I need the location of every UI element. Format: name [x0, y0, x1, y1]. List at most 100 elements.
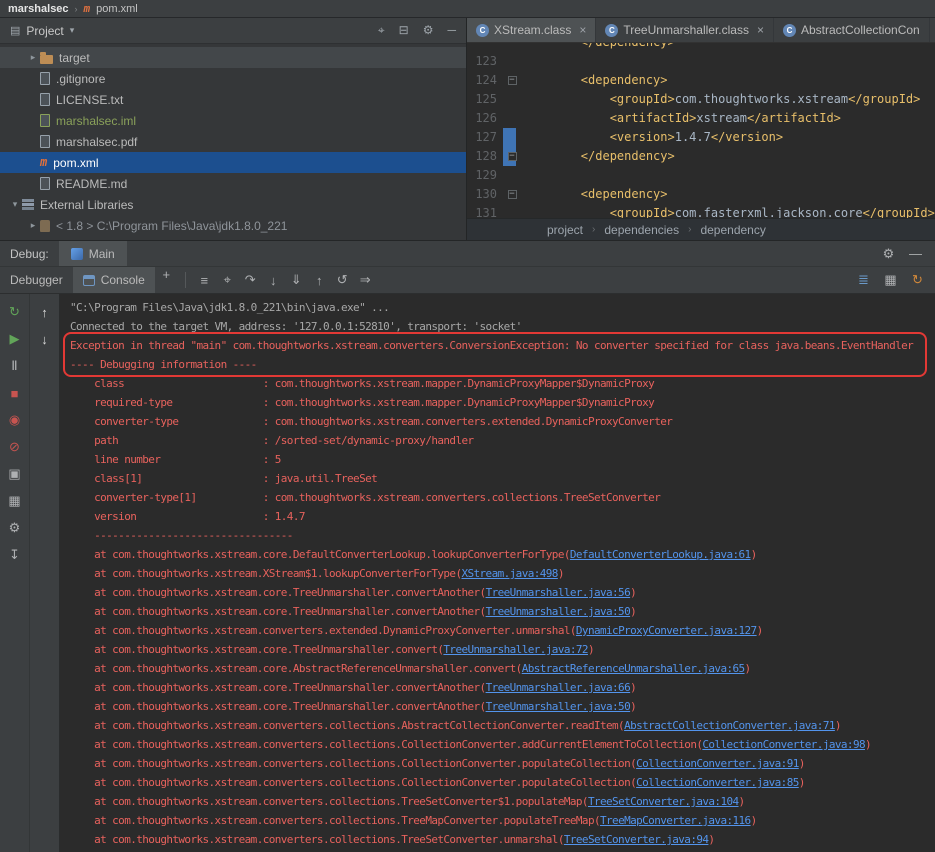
add-tab-icon[interactable]: + [155, 267, 178, 293]
up-stack-trace-icon[interactable]: ↑ [36, 304, 54, 320]
editor-tab-xstream.class[interactable]: CXStream.class× [467, 18, 596, 42]
rerun-debug-icon[interactable]: ↻ [6, 304, 24, 320]
console-stack-line: at com.thoughtworks.xstream.converters.c… [70, 792, 935, 811]
console-debug-info-line: path : /sorted-set/dynamic-proxy/handler [70, 431, 935, 450]
line-number: 125 [467, 90, 501, 109]
close-icon[interactable]: × [579, 23, 586, 37]
indent-spacer [0, 141, 26, 142]
code-line: </dependency> [467, 43, 935, 52]
settings-icon[interactable]: ⚙ [423, 23, 434, 38]
settings-icon[interactable]: ⚙ [877, 246, 900, 262]
stack-trace-link[interactable]: TreeSetConverter.java:94 [564, 833, 709, 846]
fold-column [501, 43, 523, 52]
run-to-cursor-icon[interactable]: ⇒ [354, 272, 377, 288]
resume-icon[interactable]: ▶ [6, 331, 24, 347]
step-out-icon[interactable]: ↑ [308, 273, 331, 288]
thread-dump-icon[interactable]: ▣ [6, 466, 24, 482]
stack-trace-link[interactable]: DynamicProxyConverter.java:127 [576, 624, 757, 637]
tree-item-marshalsec.iml[interactable]: marshalsec.iml [0, 110, 466, 131]
stack-trace-link[interactable]: TreeUnmarshaller.java:66 [486, 681, 631, 694]
stack-trace-link[interactable]: TreeSetConverter.java:104 [588, 795, 739, 808]
editor-tab-abstractcollectioncon[interactable]: CAbstractCollectionCon [774, 18, 930, 42]
tree-item-pom.xml[interactable]: mpom.xml [0, 152, 466, 173]
breadcrumb-dependency[interactable]: dependency [700, 223, 765, 237]
expand-arrow-icon[interactable]: ▸ [26, 52, 40, 63]
breadcrumb-dependencies[interactable]: dependencies [604, 223, 679, 237]
stack-trace-link[interactable]: CollectionConverter.java:91 [636, 757, 799, 770]
drop-frame-icon[interactable]: ↺ [331, 272, 354, 288]
debug-session-tab-main[interactable]: Main [59, 241, 127, 266]
breadcrumb-project[interactable]: project [547, 223, 583, 237]
view-breakpoints-icon[interactable]: ◉ [6, 412, 24, 428]
expand-arrow-icon[interactable]: ▸ [26, 220, 40, 231]
view-options-icon[interactable]: ≡ [193, 273, 216, 288]
editor-breadcrumb-bar: project›dependencies›dependency [467, 218, 935, 240]
tab-debugger[interactable]: Debugger [0, 267, 73, 293]
stack-trace-link[interactable]: AbstractCollectionConverter.java:71 [624, 719, 835, 732]
tree-item-1.8-c-program-files-java-jdk1.8.0-221[interactable]: ▸< 1.8 > C:\Program Files\Java\jdk1.8.0_… [0, 215, 466, 236]
fold-end-icon[interactable]: − [508, 152, 517, 161]
tree-item-marshalsec.pdf[interactable]: marshalsec.pdf [0, 131, 466, 152]
line-number: 131 [467, 204, 501, 218]
tree-item-label: .gitignore [56, 72, 105, 86]
locate-file-icon[interactable]: ⌖ [378, 23, 385, 38]
console-stdout-line: Connected to the target VM, address: '12… [70, 317, 935, 336]
pin-icon[interactable]: ↧ [6, 547, 24, 563]
pause-icon[interactable]: Ⅱ [6, 358, 24, 374]
tree-item-readme.md[interactable]: README.md [0, 173, 466, 194]
indent-spacer [0, 99, 26, 100]
rerun-icon[interactable]: ↻ [906, 272, 929, 288]
collapse-all-icon[interactable]: ⊟ [399, 23, 409, 38]
mute-breakpoints-icon[interactable]: ⊘ [6, 439, 24, 455]
force-step-into-icon[interactable]: ⇓ [285, 272, 308, 288]
tree-item-external-libraries[interactable]: ▾External Libraries [0, 194, 466, 215]
stack-trace-link[interactable]: TreeMapConverter.java:116 [600, 814, 751, 827]
debug-console[interactable]: "C:\Program Files\Java\jdk1.8.0_221\bin\… [60, 294, 935, 852]
maven-icon: m [84, 2, 91, 15]
stack-trace-link[interactable]: XStream.java:498 [461, 567, 557, 580]
tree-item-target[interactable]: ▸target [0, 47, 466, 68]
console-stack-line: at com.thoughtworks.xstream.core.TreeUnm… [70, 678, 935, 697]
code-line: 128− </dependency> [467, 147, 935, 166]
down-stack-trace-icon[interactable]: ↓ [36, 331, 54, 347]
restore-layout-icon[interactable]: ▦ [6, 493, 24, 509]
stack-trace-link[interactable]: CollectionConverter.java:98 [702, 738, 865, 751]
stack-trace-link[interactable]: TreeUnmarshaller.java:72 [443, 643, 588, 656]
stack-trace-link[interactable]: TreeUnmarshaller.java:56 [486, 586, 631, 599]
fold-start-icon[interactable]: − [508, 190, 517, 199]
project-panel: ▤ Project ▾ ⌖⊟⚙─ ▸target.gitignoreLICENS… [0, 18, 467, 240]
editor-code-area[interactable]: </dependency>123124− <dependency>125 <gr… [467, 43, 935, 218]
code-line: 127 <version>1.4.7</version> [467, 128, 935, 147]
collapse-arrow-icon[interactable]: ▾ [8, 199, 22, 210]
stack-trace-link[interactable]: TreeUnmarshaller.java:50 [486, 700, 631, 713]
editor-tab-bar: CXStream.class×CTreeUnmarshaller.class×C… [467, 18, 935, 43]
tab-console[interactable]: Console [73, 267, 155, 293]
fold-column [501, 166, 523, 185]
step-over-icon[interactable]: ↷ [239, 272, 262, 288]
step-into-icon[interactable]: ↓ [262, 273, 285, 288]
code-line: 131 <groupId>com.fasterxml.jackson.core<… [467, 204, 935, 218]
show-execution-point-icon[interactable]: ⌖ [216, 272, 239, 288]
tree-item-license.txt[interactable]: LICENSE.txt [0, 89, 466, 110]
stack-trace-link[interactable]: TreeUnmarshaller.java:50 [486, 605, 631, 618]
fold-start-icon[interactable]: − [508, 76, 517, 85]
split-console-icon[interactable]: ▦ [879, 272, 902, 288]
editor-tab-treeunmarshaller.class[interactable]: CTreeUnmarshaller.class× [596, 18, 774, 42]
hide-panel-icon[interactable]: ─ [447, 23, 456, 38]
minimize-icon[interactable]: — [904, 246, 927, 261]
stop-icon[interactable]: ■ [6, 385, 24, 401]
settings-icon[interactable]: ⚙ [6, 520, 24, 536]
chevron-down-icon[interactable]: ▾ [70, 25, 75, 36]
tree-item-.gitignore[interactable]: .gitignore [0, 68, 466, 89]
project-panel-toolbar: ⌖ ⊟ ⚙ ─ [378, 23, 456, 38]
file-icon [40, 177, 50, 190]
stack-trace-link[interactable]: DefaultConverterLookup.java:61 [570, 548, 751, 561]
stack-trace-link[interactable]: CollectionConverter.java:85 [636, 776, 799, 789]
soft-wrap-icon[interactable]: ≣ [852, 272, 875, 288]
fold-column [501, 204, 523, 218]
project-panel-title[interactable]: Project [26, 24, 63, 38]
close-icon[interactable]: × [757, 23, 764, 37]
breadcrumb-file[interactable]: pom.xml [96, 3, 138, 15]
stack-trace-link[interactable]: AbstractReferenceUnmarshaller.java:65 [522, 662, 745, 675]
indent-spacer [0, 78, 26, 79]
